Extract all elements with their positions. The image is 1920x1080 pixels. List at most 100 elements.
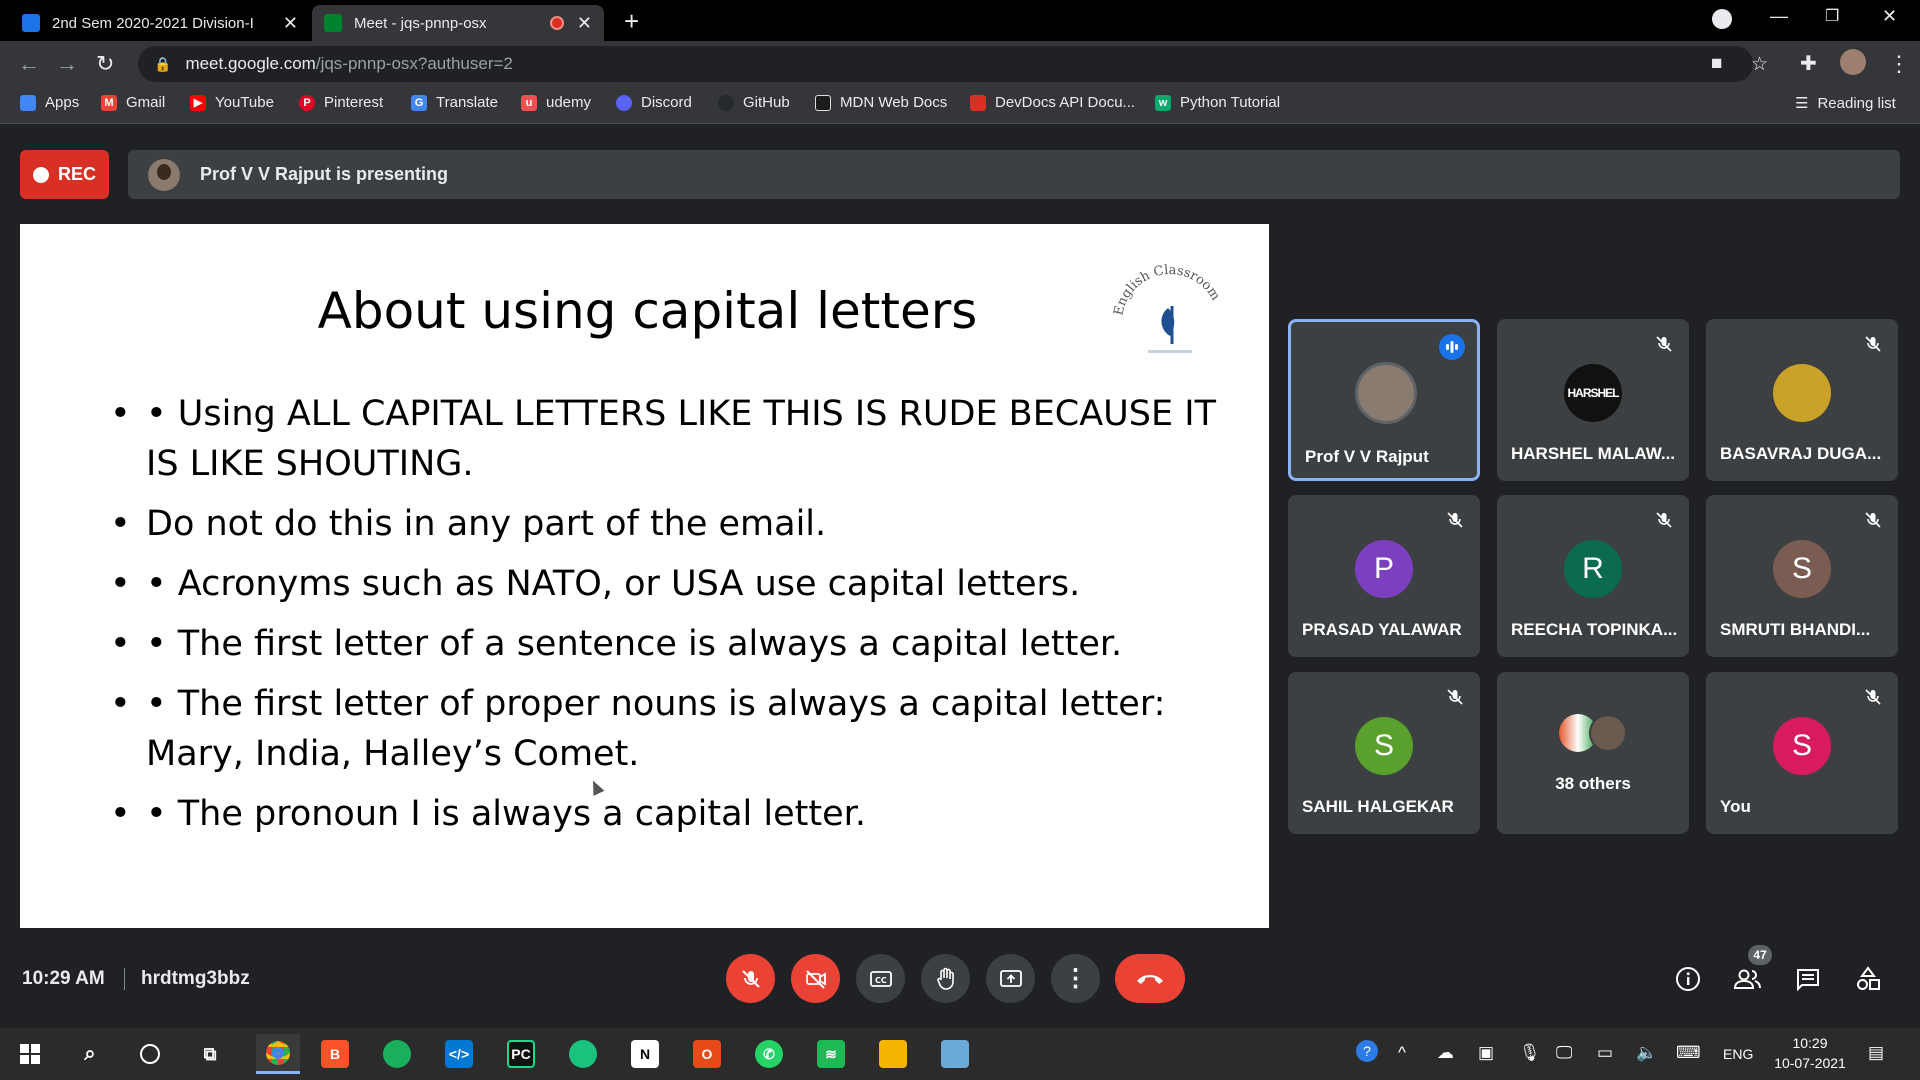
- new-tab-button[interactable]: +: [624, 6, 639, 37]
- bookmark-udemy[interactable]: u udemy: [521, 94, 591, 111]
- bookmark-github[interactable]: GitHub: [718, 94, 790, 111]
- chat-icon: [1797, 969, 1819, 991]
- camera-toggle-button[interactable]: [791, 954, 840, 1003]
- bookmark-devdocs[interactable]: DevDocs API Docu...: [970, 94, 1135, 111]
- brave-icon[interactable]: B: [321, 1040, 349, 1068]
- vscode-icon[interactable]: </>: [445, 1040, 473, 1068]
- minimize-icon[interactable]: —: [1770, 6, 1788, 27]
- raise-hand-button[interactable]: [921, 954, 970, 1003]
- muted-mic-icon: [1442, 507, 1468, 533]
- mic-toggle-button[interactable]: [726, 954, 775, 1003]
- keyboard-icon[interactable]: ⌨: [1676, 1043, 1701, 1063]
- bookmark-label: DevDocs API Docu...: [995, 94, 1136, 111]
- meet-favicon-icon: [324, 14, 342, 32]
- window-close-icon[interactable]: ✕: [1882, 6, 1897, 27]
- participant-tile[interactable]: Prof V V Rajput: [1288, 319, 1480, 481]
- volume-icon[interactable]: 🔈: [1636, 1043, 1657, 1063]
- spotify-icon[interactable]: ≋: [817, 1040, 845, 1068]
- microphone-tray-icon[interactable]: 🎙: [1519, 1043, 1541, 1063]
- system-clock[interactable]: 10:29 10-07-2021: [1760, 1033, 1860, 1073]
- participant-tile[interactable]: S SMRUTI BHANDI...: [1706, 495, 1898, 657]
- reload-icon[interactable]: ↻: [96, 51, 114, 77]
- close-tab-icon[interactable]: ✕: [283, 13, 298, 34]
- svg-text:CC: CC: [875, 976, 887, 985]
- avatar: [1589, 714, 1627, 752]
- camera-in-use-icon[interactable]: ■: [1711, 53, 1722, 75]
- bookmark-python-tutorial[interactable]: w Python Tutorial: [1155, 94, 1280, 111]
- meet-stage: REC Prof V V Rajput is presenting About …: [0, 125, 1920, 1028]
- participant-tile[interactable]: BASAVRAJ DUGA...: [1706, 319, 1898, 481]
- bookmarks-bar: Apps M Gmail ▶ YouTube P Pinterest G Transla…: [0, 88, 1920, 124]
- file-explorer-icon[interactable]: [879, 1040, 907, 1068]
- maps-app-icon[interactable]: [569, 1040, 597, 1068]
- notion-icon[interactable]: N: [631, 1040, 659, 1068]
- bookmark-gmail[interactable]: M Gmail: [101, 94, 165, 111]
- bookmark-label: Apps: [45, 94, 80, 111]
- slide-bullet: • The first letter of proper nouns is al…: [90, 679, 1240, 779]
- cortana-icon[interactable]: [136, 1040, 164, 1068]
- onedrive-icon[interactable]: ☁: [1437, 1043, 1454, 1063]
- app-icon[interactable]: [941, 1040, 969, 1068]
- slide-bullet: • The first letter of a sentence is alwa…: [90, 619, 1240, 669]
- bookmark-youtube[interactable]: ▶ YouTube: [190, 94, 274, 111]
- participant-tile[interactable]: P PRASAD YALAWAR: [1288, 495, 1480, 657]
- office-icon[interactable]: O: [693, 1040, 721, 1068]
- participant-name: You: [1720, 797, 1751, 816]
- presenter-avatar: [148, 158, 180, 191]
- battery-icon[interactable]: ▭: [1597, 1043, 1613, 1063]
- pycharm-icon[interactable]: PC: [507, 1040, 535, 1068]
- show-hidden-icons-icon[interactable]: ^: [1398, 1043, 1406, 1063]
- network-icon[interactable]: 🖵: [1556, 1043, 1572, 1063]
- muted-mic-icon: [1860, 507, 1886, 533]
- profile-download-icon[interactable]: [1712, 9, 1732, 29]
- mic-off-icon: [741, 969, 760, 988]
- chat-button[interactable]: [1793, 964, 1823, 994]
- forward-arrow-icon[interactable]: →: [56, 51, 78, 77]
- browser-tab-meet[interactable]: Meet - jqs-pnnp-osx ✕: [312, 5, 604, 41]
- windows-start-icon[interactable]: [16, 1040, 44, 1068]
- close-tab-icon[interactable]: ✕: [577, 13, 592, 34]
- browser-menu-icon[interactable]: ⋮: [1888, 51, 1910, 77]
- self-tile[interactable]: S You: [1706, 672, 1898, 834]
- bookmark-apps[interactable]: Apps: [20, 94, 79, 111]
- captions-button[interactable]: CC: [856, 954, 905, 1003]
- participant-tile[interactable]: HARSHEL HARSHEL MALAW...: [1497, 319, 1689, 481]
- address-bar-row: ← → ↻ 🔒 meet.google.com/jqs-pnnp-osx?aut…: [0, 41, 1920, 88]
- help-tray-icon[interactable]: ?: [1356, 1040, 1378, 1062]
- pinterest-icon: P: [299, 94, 315, 111]
- back-arrow-icon[interactable]: ←: [18, 51, 40, 77]
- extensions-icon[interactable]: ✚: [1800, 51, 1817, 76]
- lock-icon: 🔒: [154, 55, 172, 72]
- whatsapp-icon[interactable]: ✆: [755, 1040, 783, 1068]
- bookmark-star-icon[interactable]: ☆: [1751, 53, 1768, 76]
- participant-tile[interactable]: S SAHIL HALGEKAR: [1288, 672, 1480, 834]
- english-classroom-logo-icon: English Classroom: [1111, 264, 1223, 353]
- people-button[interactable]: [1733, 964, 1763, 994]
- chrome-taskbar-icon[interactable]: [256, 1034, 300, 1074]
- others-tile[interactable]: 38 others: [1497, 672, 1689, 834]
- bookmark-translate[interactable]: G Translate: [411, 94, 498, 111]
- browser-tab-classroom[interactable]: 2nd Sem 2020-2021 Division-I ✕: [10, 5, 310, 41]
- bookmark-discord[interactable]: Discord: [616, 94, 692, 111]
- language-indicator[interactable]: ENG: [1723, 1046, 1753, 1062]
- task-view-icon[interactable]: ⧉: [196, 1040, 224, 1068]
- atom-icon[interactable]: [383, 1040, 411, 1068]
- bookmark-pinterest[interactable]: P Pinterest: [299, 94, 383, 111]
- camera-tray-icon[interactable]: ▣: [1478, 1043, 1494, 1063]
- w3schools-icon: w: [1155, 94, 1171, 111]
- notifications-icon[interactable]: ▤: [1868, 1043, 1884, 1063]
- more-options-button[interactable]: ⋮: [1051, 954, 1100, 1003]
- search-icon[interactable]: ⌕: [76, 1040, 104, 1068]
- profile-avatar[interactable]: [1840, 49, 1866, 75]
- present-screen-button[interactable]: [986, 954, 1035, 1003]
- bookmark-mdn[interactable]: MDN Web Docs: [815, 94, 947, 111]
- meeting-details-button[interactable]: [1673, 964, 1703, 994]
- leave-call-button[interactable]: [1115, 954, 1185, 1003]
- reading-list[interactable]: ☰ Reading list: [1795, 94, 1896, 113]
- bookmark-label: Discord: [641, 94, 692, 111]
- recording-badge[interactable]: REC: [20, 150, 109, 199]
- restore-icon[interactable]: ❐: [1825, 6, 1839, 26]
- url-input[interactable]: 🔒 meet.google.com/jqs-pnnp-osx?authuser=…: [138, 46, 1768, 82]
- participant-tile[interactable]: R REECHA TOPINKA...: [1497, 495, 1689, 657]
- activities-button[interactable]: [1853, 964, 1883, 994]
